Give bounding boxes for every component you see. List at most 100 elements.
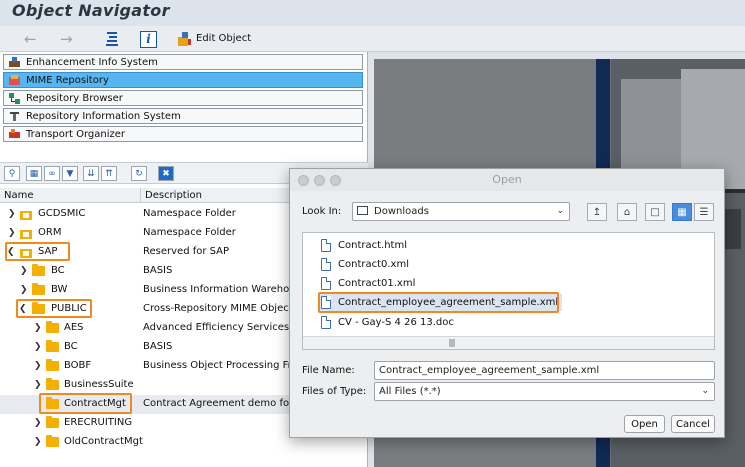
app-title: Object Navigator xyxy=(12,1,170,20)
file-name: Contract.html xyxy=(338,240,407,251)
look-in-label: Look In: xyxy=(302,206,342,217)
forward-arrow-icon[interactable]: → xyxy=(60,29,73,49)
tree-row-description: Business Object Processing Framework xyxy=(143,360,291,371)
chevron-right-icon[interactable]: ❯ xyxy=(34,361,42,371)
title-bar: Object Navigator xyxy=(0,0,745,24)
nav-enhancement-info-system[interactable]: Enhancement Info System xyxy=(3,54,363,70)
file-name-value: Contract_employee_agreement_sample.xml xyxy=(379,365,600,376)
folder-icon xyxy=(46,359,59,371)
repository-browser-icon xyxy=(8,92,20,104)
main-toolbar: ← → i Edit Object xyxy=(0,26,745,52)
nav-repository-information-system[interactable]: Repository Information System xyxy=(3,108,363,124)
edit-object-icon[interactable] xyxy=(176,29,192,49)
files-of-type-value: All Files (*.*) xyxy=(379,386,441,397)
tree-row-name: BusinessSuite xyxy=(64,379,134,390)
tree-row-name: ERECRUITING xyxy=(64,417,133,428)
nav-label: MIME Repository xyxy=(26,74,109,86)
nav-mime-repository[interactable]: MIME Repository xyxy=(3,72,363,88)
look-in-value: Downloads xyxy=(374,206,429,217)
info-button[interactable]: i xyxy=(140,29,157,49)
new-folder-icon[interactable]: □ xyxy=(645,203,665,221)
filter-icon[interactable]: ▼ xyxy=(62,166,78,181)
chevron-right-icon[interactable]: ❯ xyxy=(20,285,28,295)
tree-row-name: ORM xyxy=(38,227,62,238)
chevron-right-icon[interactable]: ❯ xyxy=(8,228,16,238)
tree-row-description: Advanced Efficiency Services xyxy=(143,322,290,333)
look-in-combo[interactable]: Downloads ⌄ xyxy=(352,202,570,221)
chevron-right-icon[interactable]: ❯ xyxy=(34,342,42,352)
up-folder-icon[interactable]: ↥ xyxy=(587,203,607,221)
chevron-right-icon[interactable]: ❯ xyxy=(8,209,16,219)
tree-row-description: Business Information Warehouse xyxy=(143,284,291,295)
file-item[interactable]: Contract.html xyxy=(321,237,407,254)
document-icon xyxy=(321,316,331,329)
info-icon: i xyxy=(140,30,157,48)
refresh-icon[interactable]: ↻ xyxy=(131,166,147,181)
file-name-input[interactable]: Contract_employee_agreement_sample.xml xyxy=(374,361,715,380)
file-item[interactable]: Contract0.xml xyxy=(321,256,409,273)
document-icon xyxy=(321,239,331,252)
cancel-button[interactable]: Cancel xyxy=(671,415,715,433)
maximize-window-icon[interactable] xyxy=(330,175,341,186)
horizontal-scrollbar[interactable] xyxy=(303,336,714,349)
folder-icon xyxy=(32,264,45,276)
binoculars-icon[interactable]: ∞ xyxy=(44,166,60,181)
file-item[interactable]: CV - Gay-S 4 26 13.doc xyxy=(321,314,454,331)
namespace-folder-icon xyxy=(20,209,32,223)
file-name-label: File Name: xyxy=(302,365,355,376)
list-view-icon[interactable]: ▦ xyxy=(672,203,692,221)
folder-icon xyxy=(32,283,45,295)
folder-outline-icon xyxy=(357,206,368,215)
home-folder-icon[interactable]: ⌂ xyxy=(617,203,637,221)
chevron-right-icon[interactable]: ❯ xyxy=(34,437,42,447)
folder-icon xyxy=(46,321,59,333)
nav-label: Repository Information System xyxy=(26,110,181,122)
folder-icon xyxy=(46,340,59,352)
file-name: Contract01.xml xyxy=(338,278,416,289)
back-arrow-icon[interactable]: ← xyxy=(24,29,37,49)
nav-repository-browser[interactable]: Repository Browser xyxy=(3,90,363,106)
details-view-icon[interactable]: ☰ xyxy=(694,203,714,221)
chevron-down-icon: ⌄ xyxy=(701,386,709,396)
close-tree-icon[interactable]: ✖ xyxy=(158,166,174,181)
file-name: Contract0.xml xyxy=(338,259,409,270)
nav-transport-organizer[interactable]: Transport Organizer xyxy=(3,126,363,142)
tree-row-name: OldContractMgt xyxy=(64,436,143,447)
nav-label: Transport Organizer xyxy=(26,128,126,140)
close-window-icon[interactable] xyxy=(298,175,309,186)
edit-object-button[interactable]: Edit Object xyxy=(196,33,251,44)
transport-icon xyxy=(8,128,20,140)
tree-row-description: Cross-Repository MIME Objects xyxy=(143,303,291,314)
chevron-right-icon[interactable]: ❯ xyxy=(20,266,28,276)
chevron-right-icon[interactable]: ❯ xyxy=(34,380,42,390)
highlight-public xyxy=(16,299,92,318)
collapse-all-icon[interactable]: ⇈ xyxy=(101,166,117,181)
expand-node-icon[interactable]: ▦ xyxy=(26,166,42,181)
document-icon xyxy=(321,258,331,271)
tree-row-name: BC xyxy=(51,265,65,276)
expand-all-icon[interactable]: ⇊ xyxy=(83,166,99,181)
tree-row-description: BASIS xyxy=(143,341,173,352)
repository-info-icon xyxy=(8,111,20,122)
mime-icon xyxy=(8,74,20,86)
files-of-type-select[interactable]: All Files (*.*) ⌄ xyxy=(374,382,715,401)
nav-label: Enhancement Info System xyxy=(26,56,158,68)
scrollbar-thumb[interactable] xyxy=(449,339,455,347)
chevron-right-icon[interactable]: ❯ xyxy=(34,418,42,428)
highlight-selected-file xyxy=(318,292,559,313)
hierarchy-icon[interactable] xyxy=(104,29,120,49)
document-icon xyxy=(321,277,331,290)
open-button[interactable]: Open xyxy=(624,415,665,433)
tree-row-description: Namespace Folder xyxy=(143,208,236,219)
column-header-name[interactable]: Name xyxy=(0,188,140,203)
tree-row-description: BASIS xyxy=(143,265,173,276)
find-icon[interactable]: ⚲ xyxy=(4,166,20,181)
files-of-type-label: Files of Type: xyxy=(302,386,367,397)
file-item[interactable]: Contract01.xml xyxy=(321,275,415,292)
enhancement-icon xyxy=(8,56,20,68)
tree-row-name: AES xyxy=(64,322,84,333)
highlight-contractmgt xyxy=(39,393,132,414)
chevron-right-icon[interactable]: ❯ xyxy=(34,323,42,333)
minimize-window-icon[interactable] xyxy=(314,175,325,186)
open-file-dialog: Open Look In: Downloads ⌄ ↥ ⌂ □ ▦ ☰ Cont… xyxy=(289,168,725,438)
